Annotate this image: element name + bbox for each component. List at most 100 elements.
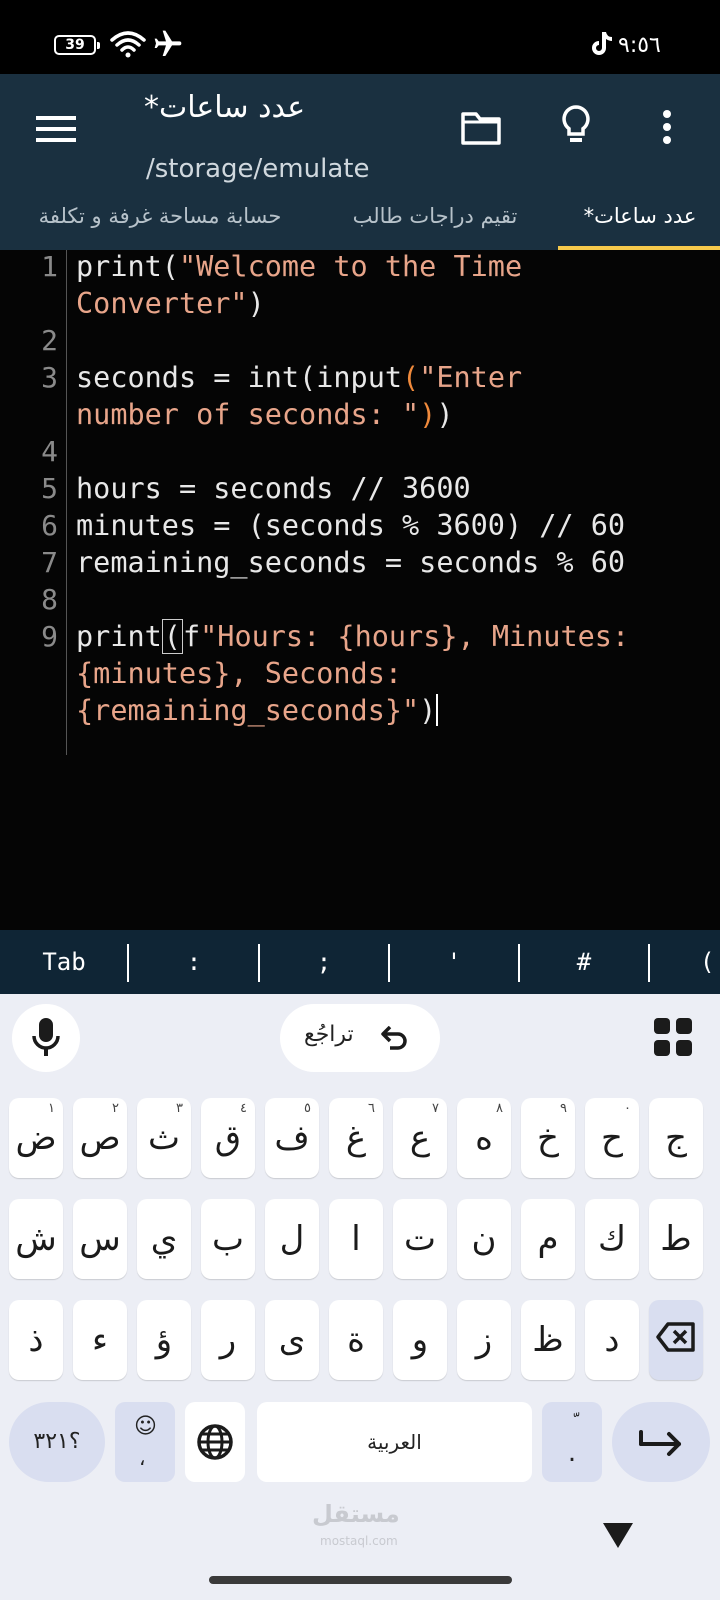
code-token: print	[76, 620, 162, 653]
home-indicator	[209, 1576, 512, 1584]
key-hint: ٢	[112, 1101, 119, 1116]
key[interactable]: ك	[585, 1199, 639, 1279]
key[interactable]: ظ	[521, 1300, 575, 1380]
watermark-logo: مستقل	[312, 1500, 400, 1528]
mic-button[interactable]	[12, 1004, 80, 1072]
folder-icon[interactable]	[460, 110, 502, 146]
key[interactable]: ه٨	[457, 1098, 511, 1178]
matched-bracket: (	[161, 619, 183, 654]
key[interactable]: ء	[73, 1300, 127, 1380]
enter-key[interactable]	[612, 1402, 710, 1482]
battery-icon: 39	[54, 35, 100, 55]
symbol-tab-key[interactable]: Tab	[20, 930, 108, 994]
code-token: seconds = int(input	[76, 361, 403, 394]
key[interactable]: ي	[137, 1199, 191, 1279]
key-label: ع	[409, 1118, 431, 1158]
symbol-paren-key[interactable]: (	[700, 930, 720, 994]
symbol-divider	[648, 944, 650, 982]
key[interactable]: ز	[457, 1300, 511, 1380]
tab-room-area[interactable]: حسابة مساحة غرفة و تكلفة	[0, 186, 300, 250]
key[interactable]: ى	[265, 1300, 319, 1380]
code-token: )	[436, 398, 454, 431]
emoji-key[interactable]: ☺ ،	[115, 1402, 175, 1482]
tiktok-icon	[592, 32, 612, 55]
key[interactable]: ة	[329, 1300, 383, 1380]
more-icon[interactable]	[662, 110, 672, 144]
key-hint: ٠	[624, 1101, 631, 1116]
tab-student-grades[interactable]: تقيم دراجات طالب	[320, 186, 550, 250]
code-editor[interactable]: 1 2 3 4 5 6 7 8 9 print("Welcome to the …	[0, 250, 720, 1197]
bulb-icon[interactable]	[560, 104, 592, 148]
key[interactable]: ل	[265, 1199, 319, 1279]
space-key[interactable]: العربية	[257, 1402, 532, 1482]
key-hint: ٣	[176, 1101, 183, 1116]
language-key[interactable]	[185, 1402, 245, 1482]
symbol-hash-key[interactable]: #	[520, 930, 648, 994]
tabs-bar: حسابة مساحة غرفة و تكلفة تقيم دراجات طال…	[0, 186, 720, 250]
key[interactable]: ن	[457, 1199, 511, 1279]
backspace-key[interactable]	[649, 1300, 703, 1380]
key[interactable]: ب	[201, 1199, 255, 1279]
key[interactable]: ق٤	[201, 1098, 255, 1178]
key[interactable]: ؤ	[137, 1300, 191, 1380]
key[interactable]: ص٢	[73, 1098, 127, 1178]
code-paren: (	[402, 361, 420, 394]
key[interactable]: ع٧	[393, 1098, 447, 1178]
period-key[interactable]: ّ .	[542, 1402, 602, 1482]
key[interactable]: ش	[9, 1199, 63, 1279]
code-token: )	[247, 287, 265, 320]
key-hint: ٨	[496, 1101, 503, 1116]
key[interactable]: د	[585, 1300, 639, 1380]
tab-hours-count[interactable]: عدد ساعات*	[560, 186, 720, 250]
apps-grid-icon[interactable]	[654, 1018, 692, 1056]
code-line-3-wrap: number of seconds: "))	[76, 398, 454, 431]
key[interactable]: خ٩	[521, 1098, 575, 1178]
clock: ٩:٥٦	[618, 33, 661, 58]
key-hint: ١	[48, 1101, 55, 1116]
key[interactable]: غ٦	[329, 1098, 383, 1178]
key[interactable]: ج	[649, 1098, 703, 1178]
line-number: 8	[41, 583, 58, 616]
line-number: 9	[41, 620, 58, 653]
gutter-divider	[66, 250, 67, 755]
key-label: ث	[147, 1118, 180, 1158]
key[interactable]: ح٠	[585, 1098, 639, 1178]
code-line-1-wrap: Converter")	[76, 287, 265, 320]
key[interactable]: ث٣	[137, 1098, 191, 1178]
symbol-quote-key[interactable]: '	[390, 930, 518, 994]
symbol-semicolon-key[interactable]: ;	[260, 930, 388, 994]
file-path: /storage/emulate	[146, 154, 370, 184]
code-string: "Enter	[419, 361, 523, 394]
battery-level: 39	[65, 37, 85, 53]
key[interactable]: ر	[201, 1300, 255, 1380]
app-bar: عدد ساعات* /storage/emulate	[0, 74, 720, 186]
key-label: غ	[345, 1118, 367, 1158]
hide-keyboard-icon[interactable]	[601, 1520, 635, 1550]
enter-icon	[639, 1430, 681, 1456]
key[interactable]: ا	[329, 1199, 383, 1279]
key-hint: ٧	[432, 1101, 439, 1116]
key-hint: ٩	[560, 1101, 567, 1116]
text-cursor	[436, 694, 439, 726]
key-hint: ٥	[304, 1101, 311, 1116]
key[interactable]: ذ	[9, 1300, 63, 1380]
menu-icon[interactable]	[36, 114, 76, 144]
key[interactable]: ض١	[9, 1098, 63, 1178]
key[interactable]: ط	[649, 1199, 703, 1279]
key[interactable]: س	[73, 1199, 127, 1279]
comma-label: ،	[139, 1446, 146, 1470]
code-line-9-wrap: {minutes}, Seconds:	[76, 657, 402, 690]
line-number: 4	[41, 435, 58, 468]
line-number: 1	[41, 250, 58, 283]
numbers-key[interactable]: ؟٣٢١	[9, 1402, 105, 1482]
globe-icon	[197, 1424, 233, 1460]
key[interactable]: و	[393, 1300, 447, 1380]
code-string: "Hours: {hours}, Minutes:	[200, 620, 630, 653]
undo-button[interactable]: تراجُع	[280, 1004, 440, 1072]
code-token: f	[182, 620, 201, 653]
key[interactable]: ف٥	[265, 1098, 319, 1178]
symbol-colon-key[interactable]: :	[130, 930, 258, 994]
key[interactable]: م	[521, 1199, 575, 1279]
key[interactable]: ت	[393, 1199, 447, 1279]
code-line-5: hours = seconds // 3600	[76, 472, 471, 505]
